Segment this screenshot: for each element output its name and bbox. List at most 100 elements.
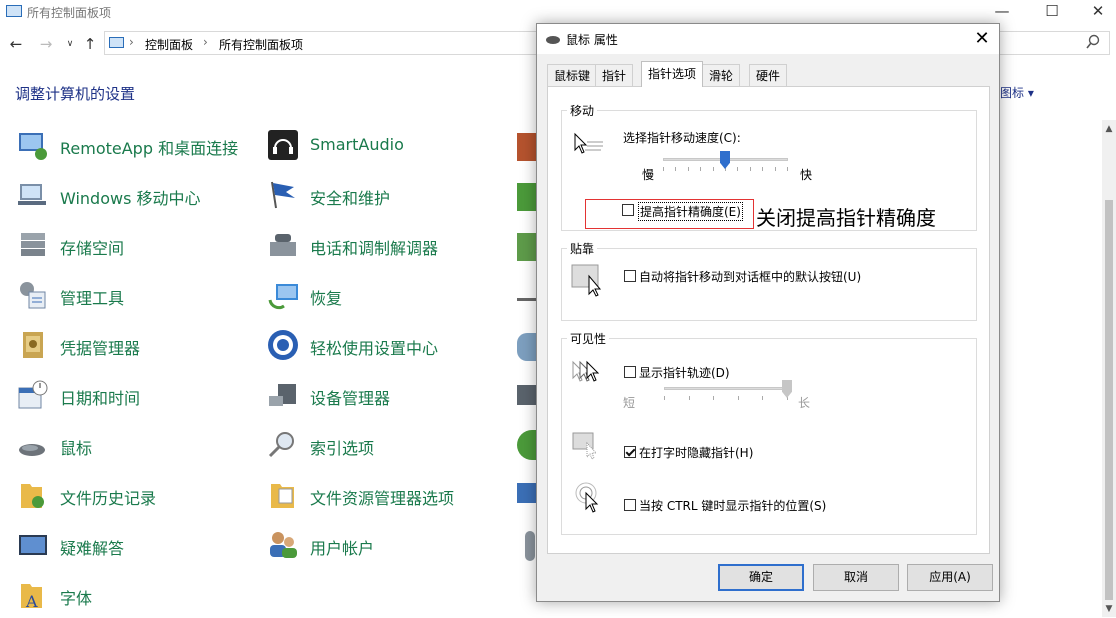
cp-item-smartaudio[interactable]: SmartAudio — [266, 124, 506, 168]
item-label: 轻松使用设置中心 — [310, 339, 439, 358]
tab-pointer-options[interactable]: 指针选项 — [641, 61, 704, 87]
item-label: 鼠标 — [60, 439, 93, 458]
slider-tick — [762, 167, 763, 171]
item-label: 字体 — [60, 589, 93, 608]
cp-item-ease-of-access[interactable]: 轻松使用设置中心 — [266, 324, 506, 368]
fast-label: 快 — [800, 168, 813, 182]
printer-icon — [517, 385, 537, 405]
date-time-icon — [18, 380, 48, 409]
scrollbar-thumb[interactable] — [1105, 200, 1113, 600]
apply-button[interactable]: 应用(A) — [907, 564, 993, 591]
up-arrow-icon[interactable]: ↑ — [80, 34, 100, 54]
cp-item-device-manager[interactable]: 设备管理器 — [266, 374, 506, 418]
pointer-trails-checkbox[interactable] — [624, 366, 636, 378]
breadcrumb-separator: › — [129, 35, 134, 49]
slider-tick — [762, 396, 763, 400]
cancel-button[interactable]: 取消 — [813, 564, 899, 591]
tab-buttons[interactable]: 鼠标键 — [547, 64, 598, 86]
show-location-checkbox[interactable] — [624, 499, 636, 511]
cp-item-phone-modem[interactable]: 电话和调制解调器 — [266, 224, 506, 268]
mouse-properties-dialog: 鼠标 属性 ✕ 鼠标键 指针 指针选项 滑轮 硬件 移动 选择指针移动速度(C)… — [536, 23, 1000, 602]
tab-wheel[interactable]: 滑轮 — [702, 64, 741, 86]
microphone-icon — [525, 531, 535, 561]
pointer-trails-icon — [572, 360, 600, 382]
control-panel-icon — [109, 37, 124, 48]
back-arrow-icon[interactable]: ← — [6, 34, 26, 54]
window-title: 所有控制面板项 — [27, 6, 112, 20]
cp-item-explorer-options[interactable]: 文件资源管理器选项 — [266, 474, 506, 518]
storage-spaces-icon — [21, 233, 45, 256]
cp-item-user-accounts[interactable]: 用户帐户 — [266, 524, 506, 568]
pointer-trails-label[interactable]: 显示指针轨迹(D) — [639, 364, 730, 381]
tab-hardware[interactable]: 硬件 — [749, 64, 788, 86]
show-location-label[interactable]: 当按 CTRL 键时显示指针的位置(S) — [639, 497, 826, 514]
dialog-title: 鼠标 属性 — [566, 33, 618, 47]
scroll-down-icon[interactable]: ▼ — [1103, 604, 1115, 614]
item-label: 凭据管理器 — [60, 339, 141, 358]
snap-to-icon — [571, 264, 602, 297]
hide-while-typing-checkbox[interactable] — [624, 446, 636, 458]
slider-tick — [675, 167, 676, 171]
forward-arrow-icon[interactable]: → — [36, 34, 56, 54]
cp-item-remoteapp[interactable]: RemoteApp 和桌面连接 — [16, 124, 256, 168]
item-label: 文件资源管理器选项 — [310, 489, 455, 508]
download-icon — [517, 183, 537, 211]
cp-item-admin-tools[interactable]: 管理工具 — [16, 274, 256, 318]
slider-tick — [663, 167, 664, 171]
breadcrumb-all-items[interactable]: 所有控制面板项 — [219, 36, 303, 53]
breadcrumb-separator: › — [203, 35, 208, 49]
cp-item-security-maintenance[interactable]: 安全和维护 — [266, 174, 506, 218]
slider-track — [664, 387, 788, 390]
slider-tick — [700, 167, 701, 171]
recovery-icon — [268, 284, 298, 310]
item-label: RemoteApp 和桌面连接 — [60, 139, 239, 158]
hide-while-typing-label[interactable]: 在打字时隐藏指针(H) — [639, 444, 753, 461]
pointer-speed-slider[interactable] — [663, 151, 788, 179]
visibility-group-title: 可见性 — [567, 330, 610, 347]
slider-tick — [737, 167, 738, 171]
dialog-titlebar: 鼠标 属性 ✕ — [537, 24, 999, 54]
item-label: 安全和维护 — [310, 189, 391, 208]
window-titlebar: 所有控制面板项 — ☐ ✕ — [0, 0, 1116, 24]
item-label: 索引选项 — [310, 439, 375, 458]
firewall-icon — [517, 133, 537, 161]
slider-tick — [775, 167, 776, 171]
cp-item-mobility-center[interactable]: Windows 移动中心 — [16, 174, 256, 218]
cp-item-troubleshooting[interactable]: 疑难解答 — [16, 524, 256, 568]
dialog-close-button[interactable]: ✕ — [967, 26, 997, 52]
mouse-icon — [546, 36, 560, 44]
snap-to-group-title: 贴靠 — [567, 240, 598, 257]
ok-button[interactable]: 确定 — [718, 564, 804, 591]
device-manager-icon — [269, 384, 296, 406]
mobility-center-icon — [18, 184, 46, 205]
minimize-button[interactable]: — — [979, 0, 1025, 24]
snap-to-checkbox[interactable] — [624, 270, 636, 282]
page-heading: 调整计算机的设置 — [15, 85, 136, 103]
pointer-trails-slider[interactable] — [664, 380, 792, 409]
scroll-up-icon[interactable]: ▲ — [1103, 124, 1115, 134]
breadcrumb-control-panel[interactable]: 控制面板 — [145, 36, 193, 53]
item-label: 用户帐户 — [310, 539, 375, 558]
item-label: 疑难解答 — [60, 539, 125, 558]
cp-item-credential-manager[interactable]: 凭据管理器 — [16, 324, 256, 368]
cp-item-storage-spaces[interactable]: 存储空间 — [16, 224, 256, 268]
tab-pointers[interactable]: 指针 — [595, 64, 634, 86]
user-accounts-icon — [270, 532, 297, 558]
close-window-button[interactable]: ✕ — [1075, 0, 1116, 24]
search-icon[interactable] — [1085, 34, 1101, 50]
cp-item-indexing-options[interactable]: 索引选项 — [266, 424, 506, 468]
maximize-button[interactable]: ☐ — [1029, 0, 1075, 24]
cp-item-mouse[interactable]: 鼠标 — [16, 424, 256, 468]
cp-item-file-history[interactable]: 文件历史记录 — [16, 474, 256, 518]
vertical-scrollbar[interactable]: ▲ ▼ — [1102, 120, 1116, 617]
slider-tick — [688, 167, 689, 171]
cp-item-fonts[interactable]: A 字体 — [16, 574, 256, 618]
recent-locations-chevron-icon[interactable]: ∨ — [60, 34, 80, 54]
region-icon — [517, 333, 537, 361]
cp-item-date-time[interactable]: 日期和时间 — [16, 374, 256, 418]
slider-tick — [713, 167, 714, 171]
slider-thumb[interactable] — [720, 151, 730, 169]
snap-to-label[interactable]: 自动将指针移动到对话框中的默认按钮(U) — [639, 268, 861, 285]
view-by-dropdown[interactable]: 图标 ▾ — [1000, 84, 1034, 101]
cp-item-recovery[interactable]: 恢复 — [266, 274, 506, 318]
